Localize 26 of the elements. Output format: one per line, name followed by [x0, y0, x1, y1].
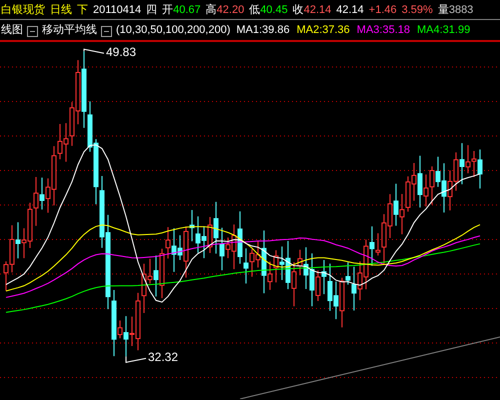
quote-field: 白银现货	[1, 2, 45, 17]
quote-field: 20110414	[93, 4, 142, 16]
indicator-params: (10,30,50,100,200,200)	[116, 24, 230, 36]
collapse-icon[interactable]	[101, 26, 112, 37]
moving-average-value: MA2:37.36	[296, 24, 350, 36]
quote-field: 四	[146, 2, 158, 17]
quote-field: 42.14	[336, 4, 364, 16]
moving-average-value: MA3:35.18	[356, 24, 410, 36]
quote-field: 高42.20	[206, 2, 244, 17]
indicator-name: 移动平均线	[42, 23, 97, 37]
quote-field: 开40.67	[162, 2, 201, 17]
high-price-label: 49.83	[106, 45, 136, 60]
quote-field: +1.46	[368, 4, 397, 16]
quote-field: 收42.14	[292, 2, 332, 17]
quote-field: 低40.45	[249, 2, 288, 17]
chart-type-label: 线图	[1, 23, 23, 37]
quote-field: 下	[77, 2, 88, 17]
moving-average-value: MA1:39.86	[236, 24, 290, 36]
quote-field: 3.59%	[402, 4, 433, 16]
leader-line	[84, 48, 104, 54]
leader-line	[126, 356, 146, 363]
low-price-label: 32.32	[148, 350, 178, 364]
quote-field: 日线	[50, 2, 72, 17]
quote-field: 量3883	[438, 2, 474, 17]
collapse-icon[interactable]	[27, 26, 38, 37]
moving-average-value: MA4:31.99	[416, 24, 470, 36]
